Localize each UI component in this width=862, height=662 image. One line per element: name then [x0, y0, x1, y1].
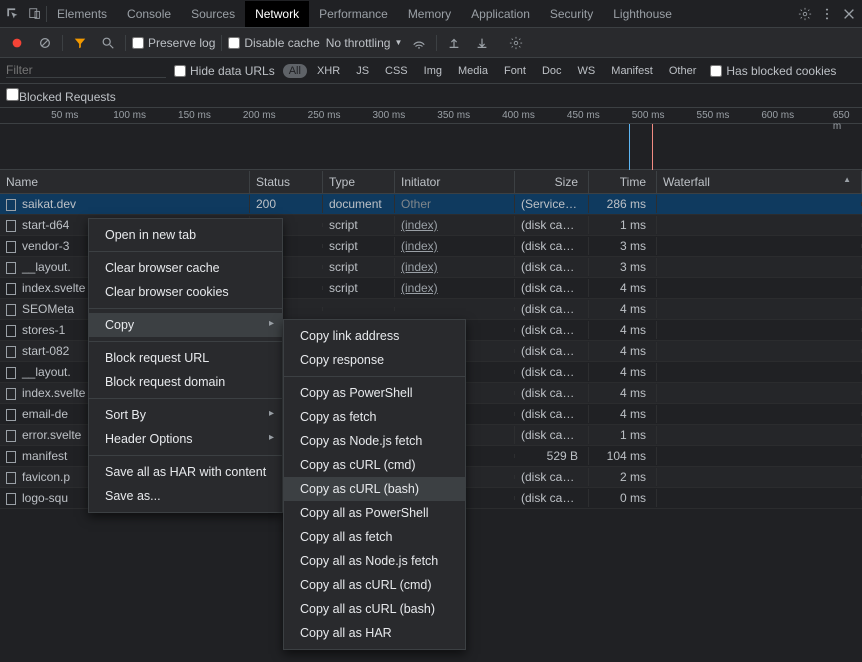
context-menu: Open in new tab Clear browser cacheClear …	[88, 218, 283, 513]
network-toolbar: Preserve log Disable cache No throttling…	[0, 28, 862, 58]
col-type[interactable]: Type	[323, 171, 395, 193]
preserve-log-checkbox[interactable]: Preserve log	[132, 36, 215, 50]
type-filter-font[interactable]: Font	[498, 64, 532, 78]
filter-icon[interactable]	[69, 32, 91, 54]
more-icon[interactable]	[816, 3, 838, 25]
menu-item[interactable]: Copy response	[284, 348, 465, 372]
menu-item[interactable]: Copy all as PowerShell	[284, 501, 465, 525]
tab-performance[interactable]: Performance	[309, 1, 398, 27]
tab-network[interactable]: Network	[245, 1, 309, 27]
col-status[interactable]: Status	[250, 171, 323, 193]
menu-item[interactable]: Copy all as fetch	[284, 525, 465, 549]
tick: 200 ms	[243, 110, 276, 121]
menu-item[interactable]: Sort By	[89, 403, 282, 427]
menu-item[interactable]: Copy all as cURL (cmd)	[284, 573, 465, 597]
menu-item[interactable]: Save as...	[89, 484, 282, 508]
tick: 300 ms	[372, 110, 405, 121]
type-filter-media[interactable]: Media	[452, 64, 494, 78]
blocked-requests-bar: Blocked Requests	[0, 84, 862, 108]
menu-item[interactable]: Open in new tab	[89, 223, 282, 247]
type-filter-img[interactable]: Img	[418, 64, 448, 78]
tick: 350 ms	[437, 110, 470, 121]
tick: 50 ms	[51, 110, 78, 121]
throttling-select[interactable]: No throttling▼	[326, 36, 403, 50]
menu-item[interactable]: Copy	[89, 313, 282, 337]
network-conditions-icon[interactable]	[408, 32, 430, 54]
menu-item[interactable]: Block request domain	[89, 370, 282, 394]
tick: 150 ms	[178, 110, 211, 121]
tick: 600 ms	[761, 110, 794, 121]
menu-item[interactable]: Copy all as cURL (bash)	[284, 597, 465, 621]
toolbar-settings-icon[interactable]	[505, 32, 527, 54]
import-har-icon[interactable]	[443, 32, 465, 54]
hide-data-urls-checkbox[interactable]: Hide data URLs	[174, 64, 275, 78]
tab-elements[interactable]: Elements	[47, 1, 117, 27]
col-initiator[interactable]: Initiator	[395, 171, 515, 193]
menu-item[interactable]: Block request URL	[89, 346, 282, 370]
menu-item[interactable]: Copy as cURL (cmd)	[284, 453, 465, 477]
tab-security[interactable]: Security	[540, 1, 603, 27]
device-toggle-icon[interactable]	[24, 3, 46, 25]
menu-item[interactable]: Copy all as HAR	[284, 621, 465, 645]
tick: 550 ms	[697, 110, 730, 121]
col-size[interactable]: Size	[515, 171, 589, 193]
type-filters: All XHR JS CSS Img Media Font Doc WSManifest Othe…	[283, 64, 703, 78]
tab-sources[interactable]: Sources	[181, 1, 245, 27]
type-filter-all[interactable]: All	[283, 64, 307, 78]
menu-item[interactable]: Copy all as Node.js fetch	[284, 549, 465, 573]
has-blocked-cookies-checkbox[interactable]: Has blocked cookies	[710, 64, 836, 78]
search-icon[interactable]	[97, 32, 119, 54]
tick: 250 ms	[308, 110, 341, 121]
menu-item[interactable]: Clear browser cache	[89, 256, 282, 280]
type-filter-doc[interactable]: Doc	[536, 64, 568, 78]
menu-item[interactable]: Header Options	[89, 427, 282, 451]
tick: 400 ms	[502, 110, 535, 121]
menu-item[interactable]: Copy as Node.js fetch	[284, 429, 465, 453]
col-time[interactable]: Time	[589, 171, 657, 193]
menu-item[interactable]: Copy as PowerShell	[284, 381, 465, 405]
col-waterfall[interactable]: Waterfall	[657, 171, 862, 193]
tick: 500 ms	[632, 110, 665, 121]
tab-application[interactable]: Application	[461, 1, 540, 27]
table-row[interactable]: saikat.dev200documentOther(ServiceW...28…	[0, 194, 862, 215]
tab-console[interactable]: Console	[117, 1, 181, 27]
settings-icon[interactable]	[794, 3, 816, 25]
menu-item[interactable]: Save all as HAR with content	[89, 460, 282, 484]
tab-memory[interactable]: Memory	[398, 1, 461, 27]
load-marker	[652, 124, 653, 170]
grid-header: Name Status Type Initiator Size Time Wat…	[0, 170, 862, 194]
type-filter-css[interactable]: CSS	[379, 64, 414, 78]
context-submenu-copy: Copy link addressCopy response Copy as Po…	[283, 319, 466, 650]
main-tabs: ElementsConsoleSourcesNetworkPerformance…	[0, 0, 862, 28]
type-filter-js[interactable]: JS	[350, 64, 375, 78]
filter-bar: Hide data URLs All XHR JS CSS Img Media Font Do…	[0, 58, 862, 84]
type-filter-ws[interactable]: WS	[572, 64, 602, 78]
inspect-icon[interactable]	[2, 3, 24, 25]
tab-lighthouse[interactable]: Lighthouse	[603, 1, 682, 27]
menu-item[interactable]: Clear browser cookies	[89, 280, 282, 304]
menu-item[interactable]: Copy link address	[284, 324, 465, 348]
menu-item[interactable]: Copy as cURL (bash)	[284, 477, 465, 501]
type-filter-manifest[interactable]: Manifest	[605, 64, 659, 78]
record-icon[interactable]	[6, 32, 28, 54]
type-filter-xhr[interactable]: XHR	[311, 64, 346, 78]
domcontentloaded-marker	[629, 124, 630, 170]
timeline-overview[interactable]: 50 ms 100 ms 150 ms 200 ms 250 ms 300 ms 350 m…	[0, 108, 862, 170]
blocked-requests-checkbox[interactable]: Blocked Requests	[6, 88, 116, 104]
export-har-icon[interactable]	[471, 32, 493, 54]
filter-input[interactable]	[6, 63, 166, 78]
col-name[interactable]: Name	[0, 171, 250, 193]
close-icon[interactable]	[838, 3, 860, 25]
clear-icon[interactable]	[34, 32, 56, 54]
tick: 450 ms	[567, 110, 600, 121]
menu-item[interactable]: Copy as fetch	[284, 405, 465, 429]
tick: 100 ms	[113, 110, 146, 121]
type-filter-other[interactable]: Other	[663, 64, 703, 78]
disable-cache-checkbox[interactable]: Disable cache	[228, 36, 319, 50]
